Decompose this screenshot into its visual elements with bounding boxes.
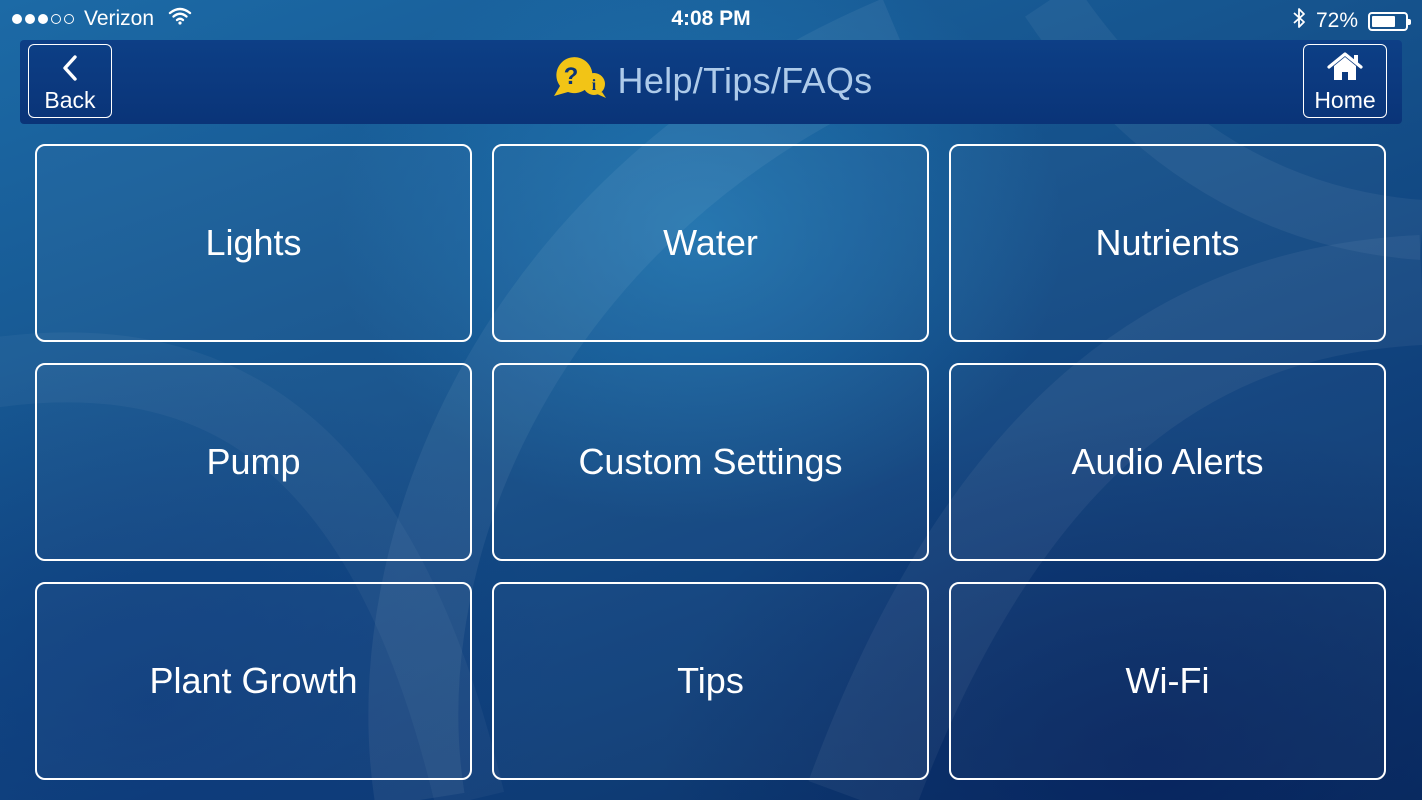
tile-plant-growth[interactable]: Plant Growth [35, 582, 472, 780]
battery-percent: 72% [1315, 9, 1358, 32]
status-bar: Verizon 4:08 PM 72% [0, 0, 1422, 40]
tile-wifi[interactable]: Wi-Fi [949, 582, 1386, 780]
svg-text:?: ? [563, 63, 578, 90]
tile-lights[interactable]: Lights [35, 144, 472, 342]
tile-custom-settings[interactable]: Custom Settings [492, 363, 929, 561]
status-time: 4:08 PM [671, 7, 751, 30]
help-info-bubble-icon: ? i [550, 56, 608, 105]
tile-audio-alerts[interactable]: Audio Alerts [949, 363, 1386, 561]
tile-nutrients[interactable]: Nutrients [949, 144, 1386, 342]
tile-tips[interactable]: Tips [492, 582, 929, 780]
battery-icon [1368, 11, 1411, 31]
header-bar: Back ? i Help/Tips/FAQs Home [20, 40, 1402, 124]
page-title: Help/Tips/FAQs [617, 59, 873, 101]
status-right: 72% [1292, 7, 1411, 35]
home-button[interactable]: Home [1303, 44, 1387, 118]
home-icon [1326, 52, 1364, 87]
title-group: ? i Help/Tips/FAQs [20, 56, 1402, 105]
bluetooth-icon [1292, 7, 1306, 35]
help-topics-grid: Lights Water Nutrients Pump Custom Setti… [35, 144, 1387, 780]
tile-pump[interactable]: Pump [35, 363, 472, 561]
tile-water[interactable]: Water [492, 144, 929, 342]
battery-fill [1372, 15, 1396, 27]
home-label: Home [1314, 87, 1376, 113]
svg-text:i: i [591, 77, 596, 94]
